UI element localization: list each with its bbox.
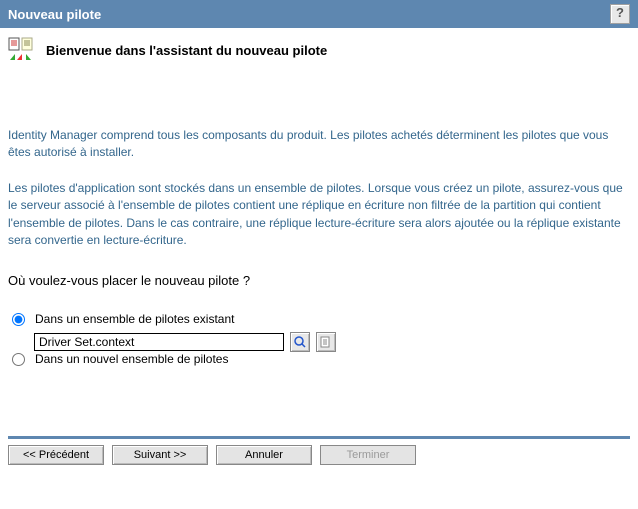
help-icon[interactable]: ? bbox=[610, 4, 630, 24]
paragraph-1: Identity Manager comprend tous les compo… bbox=[8, 127, 630, 162]
wizard-icon bbox=[8, 36, 36, 64]
option-new-row: Dans un nouvel ensemble de pilotes bbox=[12, 352, 630, 366]
intro-row: Bienvenue dans l'assistant du nouveau pi… bbox=[0, 28, 638, 72]
browse-icon[interactable] bbox=[290, 332, 310, 352]
intro-heading: Bienvenue dans l'assistant du nouveau pi… bbox=[46, 43, 327, 58]
title-bar: Nouveau pilote ? bbox=[0, 0, 638, 28]
title-text: Nouveau pilote bbox=[8, 7, 101, 22]
driverset-input[interactable] bbox=[34, 333, 284, 351]
placement-question: Où voulez-vous placer le nouveau pilote … bbox=[8, 273, 630, 288]
option-existing-label: Dans un ensemble de pilotes existant bbox=[35, 312, 234, 326]
back-button[interactable]: << Précédent bbox=[8, 445, 104, 465]
cancel-button[interactable]: Annuler bbox=[216, 445, 312, 465]
radio-new-driverset[interactable] bbox=[12, 353, 25, 366]
separator bbox=[8, 436, 630, 439]
options-group: Dans un ensemble de pilotes existant bbox=[12, 312, 630, 366]
button-row: << Précédent Suivant >> Annuler Terminer bbox=[0, 445, 638, 475]
option-new-label: Dans un nouvel ensemble de pilotes bbox=[35, 352, 228, 366]
history-icon[interactable] bbox=[316, 332, 336, 352]
existing-controls bbox=[34, 332, 630, 352]
finish-button: Terminer bbox=[320, 445, 416, 465]
option-existing-row: Dans un ensemble de pilotes existant bbox=[12, 312, 630, 326]
paragraph-2: Les pilotes d'application sont stockés d… bbox=[8, 180, 630, 250]
next-button[interactable]: Suivant >> bbox=[112, 445, 208, 465]
radio-existing-driverset[interactable] bbox=[12, 313, 25, 326]
